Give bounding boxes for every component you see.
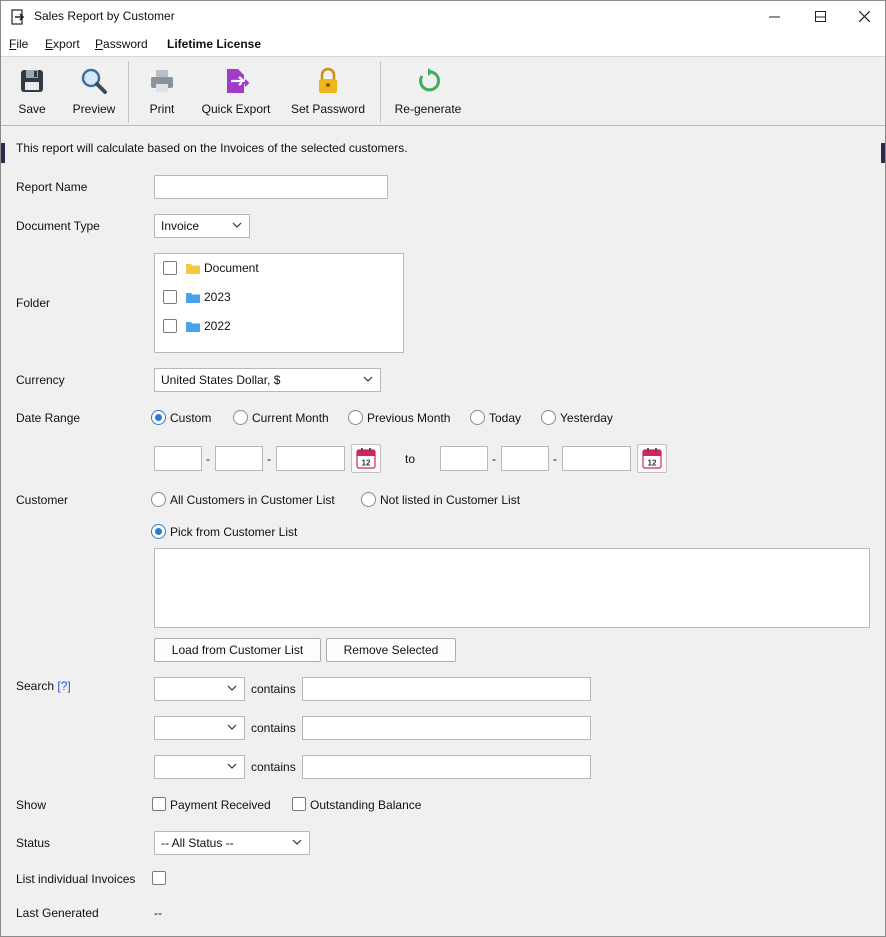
document-type-select[interactable]: Invoice: [154, 214, 250, 238]
folder-checkbox[interactable]: [163, 290, 177, 304]
chevron-down-icon: [292, 839, 302, 845]
end-month-input[interactable]: [440, 446, 488, 471]
folder-icon: [186, 264, 200, 274]
end-calendar-button[interactable]: 12: [637, 444, 667, 473]
start-calendar-button[interactable]: 12: [351, 444, 381, 473]
chevron-down-icon: [227, 685, 237, 691]
toolbar: Save Preview Print Quick Export Set Pass…: [1, 56, 885, 126]
search-label: Search [?]: [16, 679, 71, 693]
currency-select[interactable]: United States Dollar, $: [154, 368, 381, 392]
end-day-input[interactable]: [501, 446, 549, 471]
date-today-radio[interactable]: [470, 410, 485, 425]
lock-icon: [319, 67, 337, 93]
remove-selected-button[interactable]: Remove Selected: [326, 638, 456, 662]
currency-label: Currency: [16, 373, 65, 387]
svg-text:12: 12: [362, 459, 371, 468]
save-icon: [21, 70, 43, 92]
start-month-input[interactable]: [154, 446, 202, 471]
save-button[interactable]: Save: [5, 57, 59, 125]
folder-icon: [186, 293, 200, 303]
show-label: Show: [16, 798, 47, 812]
list-individual-invoices-label: List individual Invoices: [16, 872, 136, 886]
search-value-input-1[interactable]: [302, 677, 591, 701]
folder-tree[interactable]: Document 2023 2022: [154, 253, 404, 353]
menu-export[interactable]: Export: [45, 37, 80, 51]
right-edge-accent: [881, 143, 885, 163]
date-yesterday-radio[interactable]: [541, 410, 556, 425]
toolbar-separator: [128, 61, 129, 123]
chevron-down-icon: [227, 724, 237, 730]
list-individual-invoices-checkbox[interactable]: [152, 871, 166, 885]
maximize-icon: [814, 11, 826, 22]
toolbar-separator: [380, 61, 381, 123]
minimize-icon: [768, 16, 780, 18]
start-year-input[interactable]: [276, 446, 345, 471]
load-from-customer-list-button[interactable]: Load from Customer List: [154, 638, 321, 662]
date-custom-radio[interactable]: [151, 410, 166, 425]
chevron-down-icon: [227, 763, 237, 769]
printer-icon: [151, 70, 173, 92]
magnifier-icon: [81, 68, 107, 94]
customer-label: Customer: [16, 493, 69, 507]
quick-export-button[interactable]: Quick Export: [197, 57, 275, 125]
maximize-button[interactable]: [797, 1, 843, 32]
menu-password[interactable]: Password: [95, 37, 148, 51]
search-field-select-1[interactable]: [154, 677, 245, 701]
calendar-icon: 12: [356, 448, 376, 469]
end-year-input[interactable]: [562, 446, 631, 471]
menu-bar: File Export Password Lifetime License: [1, 32, 885, 56]
search-field-select-2[interactable]: [154, 716, 245, 740]
folder-checkbox[interactable]: [163, 261, 177, 275]
print-button[interactable]: Print: [135, 57, 189, 125]
close-button[interactable]: [841, 1, 886, 32]
minimize-btn[interactable]: [751, 1, 797, 32]
chevron-down-icon: [232, 222, 242, 228]
folder-label: Folder: [16, 296, 51, 310]
document-type-label: Document Type: [16, 219, 100, 233]
last-generated-label: Last Generated: [16, 906, 99, 920]
search-field-select-3[interactable]: [154, 755, 245, 779]
set-password-button[interactable]: Set Password: [285, 57, 371, 125]
folder-icon: [186, 322, 200, 332]
export-document-icon: [227, 69, 250, 93]
customer-list-box[interactable]: [154, 548, 870, 628]
calendar-icon: 12: [642, 448, 662, 469]
customer-pick-radio[interactable]: [151, 524, 166, 539]
search-value-input-3[interactable]: [302, 755, 591, 779]
report-app-icon: [11, 9, 25, 25]
status-select[interactable]: -- All Status --: [154, 831, 310, 855]
report-name-label: Report Name: [16, 180, 88, 194]
left-edge-accent: [1, 143, 5, 163]
customer-all-radio[interactable]: [151, 492, 166, 507]
search-value-input-2[interactable]: [302, 716, 591, 740]
date-to-label: to: [405, 452, 416, 466]
date-previous-month-radio[interactable]: [348, 410, 363, 425]
window-title: Sales Report by Customer: [34, 9, 175, 23]
report-name-input[interactable]: [154, 175, 388, 199]
close-icon: [858, 11, 870, 22]
preview-button[interactable]: Preview: [63, 57, 125, 125]
chevron-down-icon: [363, 376, 373, 382]
start-day-input[interactable]: [215, 446, 263, 471]
refresh-icon: [419, 68, 441, 92]
regenerate-button[interactable]: Re-generate: [389, 57, 467, 125]
status-label: Status: [16, 836, 51, 850]
search-help-link[interactable]: [?]: [57, 679, 70, 693]
intro-text: This report will calculate based on the …: [16, 141, 408, 155]
menu-file[interactable]: File: [9, 37, 28, 51]
date-range-label: Date Range: [16, 411, 81, 425]
svg-text:12: 12: [648, 459, 657, 468]
customer-not-listed-radio[interactable]: [361, 492, 376, 507]
outstanding-balance-checkbox[interactable]: [292, 797, 306, 811]
date-current-month-radio[interactable]: [233, 410, 248, 425]
folder-checkbox[interactable]: [163, 319, 177, 333]
app-window: Sales Report by Customer File Export Pas…: [0, 0, 886, 937]
payment-received-checkbox[interactable]: [152, 797, 166, 811]
menu-lifetime-license[interactable]: Lifetime License: [167, 37, 261, 51]
last-generated-value: --: [154, 906, 162, 920]
